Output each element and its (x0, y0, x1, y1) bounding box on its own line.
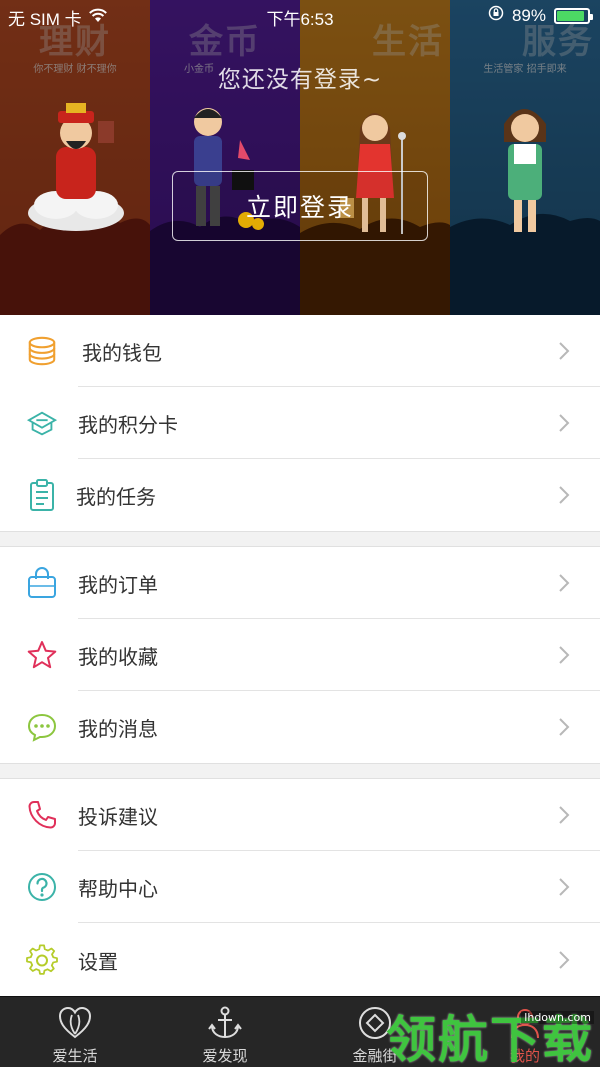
chat-bubble-icon (26, 711, 58, 743)
wealth-god-illustration (28, 103, 124, 231)
shopping-bag-icon (26, 567, 58, 599)
chevron-right-icon (559, 718, 570, 736)
points-card-icon (26, 407, 58, 439)
tab-love-life[interactable]: 爱生活 (0, 997, 150, 1067)
menu-item-label: 投诉建议 (78, 804, 158, 829)
menu-item-label: 我的积分卡 (78, 412, 178, 437)
status-bar: 无 SIM 卡 下午6:53 89% (0, 0, 600, 32)
help-circle-icon (26, 871, 58, 903)
orientation-lock-icon (488, 5, 504, 26)
chevron-right-icon (559, 951, 570, 969)
tab-discover[interactable]: 爱发现 (150, 997, 300, 1067)
clipboard-task-icon (26, 479, 58, 511)
phone-icon (26, 799, 58, 831)
menu-group-account: 我的钱包 我的积分卡 我的任务 (0, 315, 600, 532)
gear-icon (26, 944, 58, 976)
clock-text: 下午6:53 (266, 10, 334, 29)
chevron-right-icon (559, 646, 570, 664)
battery-icon (554, 7, 593, 24)
login-prompt-text: 您还没有登录~ (217, 67, 383, 93)
chevron-right-icon (559, 486, 570, 504)
login-button[interactable]: 立即登录 (172, 171, 428, 241)
menu-item-points-card[interactable]: 我的积分卡 (0, 387, 600, 459)
chevron-right-icon (559, 878, 570, 896)
star-icon (26, 639, 58, 671)
menu-item-label: 我的订单 (78, 572, 158, 597)
menu-item-label: 我的钱包 (82, 340, 162, 365)
tab-label: 爱发现 (202, 1047, 248, 1065)
menu-item-feedback[interactable]: 投诉建议 (0, 779, 600, 851)
anchor-icon (205, 1005, 245, 1041)
leaf-heart-icon (55, 1005, 95, 1041)
chevron-right-icon (559, 574, 570, 592)
menu-item-label: 帮助中心 (78, 876, 158, 901)
butler-illustration (504, 109, 546, 232)
login-banner: 理财 你不理财 财不理你 金币 小金币 生活 服务 生活管家 招手即来 您还没有… (0, 0, 600, 315)
chevron-right-icon (559, 342, 570, 360)
chevron-right-icon (559, 414, 570, 432)
watermark-url: lhdown.com (521, 1011, 594, 1024)
battery-text: 89% (511, 5, 546, 25)
menu-item-label: 我的消息 (78, 716, 158, 741)
menu-item-label: 我的任务 (76, 484, 156, 509)
tab-label: 爱生活 (52, 1047, 98, 1065)
menu-item-label: 设置 (78, 949, 118, 974)
menu-item-orders[interactable]: 我的订单 (0, 547, 600, 619)
wallet-coins-icon (26, 335, 58, 367)
chevron-right-icon (559, 806, 570, 824)
menu-item-wallet[interactable]: 我的钱包 (0, 315, 600, 387)
menu-item-favorites[interactable]: 我的收藏 (0, 619, 600, 691)
menu-item-label: 我的收藏 (78, 644, 158, 669)
menu-item-settings[interactable]: 设置 (0, 923, 600, 997)
menu-item-messages[interactable]: 我的消息 (0, 691, 600, 763)
menu-group-activity: 我的订单 我的收藏 我的消息 (0, 546, 600, 764)
menu-item-tasks[interactable]: 我的任务 (0, 459, 600, 531)
menu-group-support: 投诉建议 帮助中心 设置 (0, 778, 600, 997)
menu-item-help-center[interactable]: 帮助中心 (0, 851, 600, 923)
